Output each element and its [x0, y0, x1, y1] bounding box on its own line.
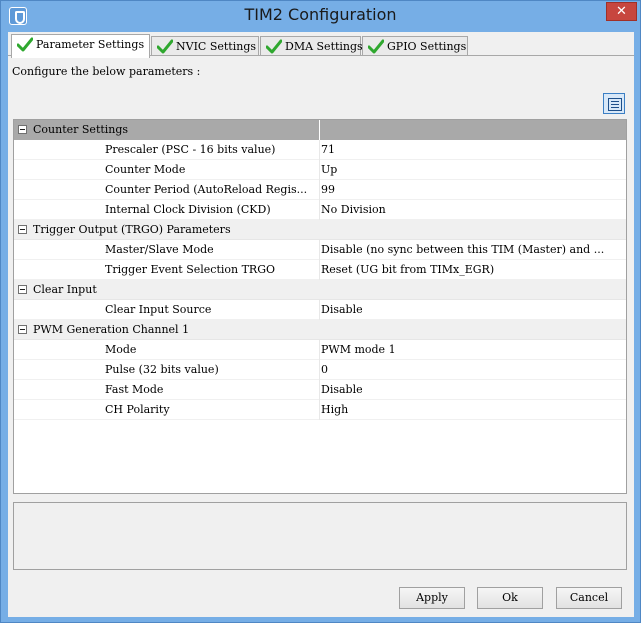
- tab-label: DMA Settings: [285, 40, 363, 53]
- property-label: Pulse (32 bits value): [105, 363, 219, 376]
- property-label: Counter Period (AutoReload Regis...: [105, 183, 308, 196]
- property-label: Trigger Event Selection TRGO: [105, 263, 276, 276]
- property-label: Mode: [105, 343, 137, 356]
- property-value[interactable]: Disable: [321, 303, 621, 316]
- ok-button[interactable]: Ok: [477, 587, 543, 609]
- property-value[interactable]: PWM mode 1: [321, 343, 621, 356]
- column-divider[interactable]: [319, 120, 320, 140]
- title-bar[interactable]: TIM2 Configuration ✕: [1, 1, 640, 32]
- property-label: CH Polarity: [105, 403, 170, 416]
- category-row-clear-input[interactable]: Clear Input: [14, 280, 626, 300]
- property-value[interactable]: Disable (no sync between this TIM (Maste…: [321, 243, 621, 256]
- tab-parameter-settings[interactable]: Parameter Settings: [11, 34, 150, 58]
- column-divider: [319, 200, 320, 220]
- property-value[interactable]: Disable: [321, 383, 621, 396]
- property-label: Clear Input Source: [105, 303, 212, 316]
- column-divider: [319, 260, 320, 280]
- check-icon: [17, 37, 33, 52]
- parameter-settings-panel: Configure the below parameters : Counter…: [8, 55, 634, 575]
- column-divider: [319, 380, 320, 400]
- property-label: Internal Clock Division (CKD): [105, 203, 271, 216]
- category-row-counter-settings[interactable]: Counter Settings: [14, 120, 626, 140]
- instructions-text: Configure the below parameters :: [12, 65, 201, 78]
- tab-label: GPIO Settings: [387, 40, 467, 53]
- property-label: Counter Mode: [105, 163, 186, 176]
- property-row[interactable]: Internal Clock Division (CKD) No Divisio…: [14, 200, 626, 220]
- check-icon: [266, 39, 282, 54]
- column-divider: [319, 180, 320, 200]
- property-row[interactable]: Counter Period (AutoReload Regis... 99: [14, 180, 626, 200]
- category-label: PWM Generation Channel 1: [33, 323, 190, 336]
- property-row[interactable]: Mode PWM mode 1: [14, 340, 626, 360]
- column-divider: [319, 240, 320, 260]
- close-button[interactable]: ✕: [606, 2, 637, 21]
- window-title: TIM2 Configuration: [244, 5, 397, 24]
- property-label: Master/Slave Mode: [105, 243, 214, 256]
- configuration-window: TIM2 Configuration ✕ Parameter Settings …: [0, 0, 641, 623]
- apply-button[interactable]: Apply: [399, 587, 465, 609]
- category-label: Counter Settings: [33, 123, 129, 136]
- tab-nvic-settings[interactable]: NVIC Settings: [151, 36, 259, 57]
- property-row[interactable]: Master/Slave Mode Disable (no sync betwe…: [14, 240, 626, 260]
- collapse-icon[interactable]: [18, 285, 27, 294]
- property-label: Fast Mode: [105, 383, 164, 396]
- tab-strip: Parameter Settings NVIC Settings DMA Set…: [8, 34, 634, 58]
- category-label: Clear Input: [33, 283, 97, 296]
- tab-dma-settings[interactable]: DMA Settings: [260, 36, 363, 57]
- property-row[interactable]: Fast Mode Disable: [14, 380, 626, 400]
- column-divider: [319, 340, 320, 360]
- property-value[interactable]: No Division: [321, 203, 621, 216]
- property-value[interactable]: Reset (UG bit from TIMx_EGR): [321, 263, 621, 276]
- collapse-icon[interactable]: [18, 325, 27, 334]
- tab-label: NVIC Settings: [176, 40, 257, 53]
- dialog-client: Parameter Settings NVIC Settings DMA Set…: [8, 32, 634, 617]
- category-label: Trigger Output (TRGO) Parameters: [33, 223, 231, 236]
- property-row[interactable]: Clear Input Source Disable: [14, 300, 626, 320]
- description-box: [13, 502, 627, 570]
- category-row-trigger-output[interactable]: Trigger Output (TRGO) Parameters: [14, 220, 626, 240]
- property-value[interactable]: 99: [321, 183, 621, 196]
- column-divider: [319, 400, 320, 420]
- property-row[interactable]: Prescaler (PSC - 16 bits value) 71: [14, 140, 626, 160]
- column-divider: [319, 160, 320, 180]
- property-value[interactable]: 71: [321, 143, 621, 156]
- check-icon: [368, 39, 384, 54]
- collapse-icon[interactable]: [18, 225, 27, 234]
- cancel-button[interactable]: Cancel: [556, 587, 622, 609]
- property-row[interactable]: Counter Mode Up: [14, 160, 626, 180]
- view-mode-button[interactable]: [603, 93, 625, 114]
- category-row-pwm-generation[interactable]: PWM Generation Channel 1: [14, 320, 626, 340]
- column-divider: [319, 140, 320, 160]
- tab-label: Parameter Settings: [36, 38, 145, 51]
- check-icon: [157, 39, 173, 54]
- property-row[interactable]: CH Polarity High: [14, 400, 626, 420]
- column-divider: [319, 360, 320, 380]
- column-divider: [319, 300, 320, 320]
- property-label: Prescaler (PSC - 16 bits value): [105, 143, 276, 156]
- collapse-icon[interactable]: [18, 125, 27, 134]
- property-value[interactable]: 0: [321, 363, 621, 376]
- property-grid: Counter Settings Prescaler (PSC - 16 bit…: [13, 119, 627, 494]
- property-row[interactable]: Trigger Event Selection TRGO Reset (UG b…: [14, 260, 626, 280]
- property-row[interactable]: Pulse (32 bits value) 0: [14, 360, 626, 380]
- tab-gpio-settings[interactable]: GPIO Settings: [362, 36, 468, 57]
- property-value[interactable]: Up: [321, 163, 621, 176]
- property-value[interactable]: High: [321, 403, 621, 416]
